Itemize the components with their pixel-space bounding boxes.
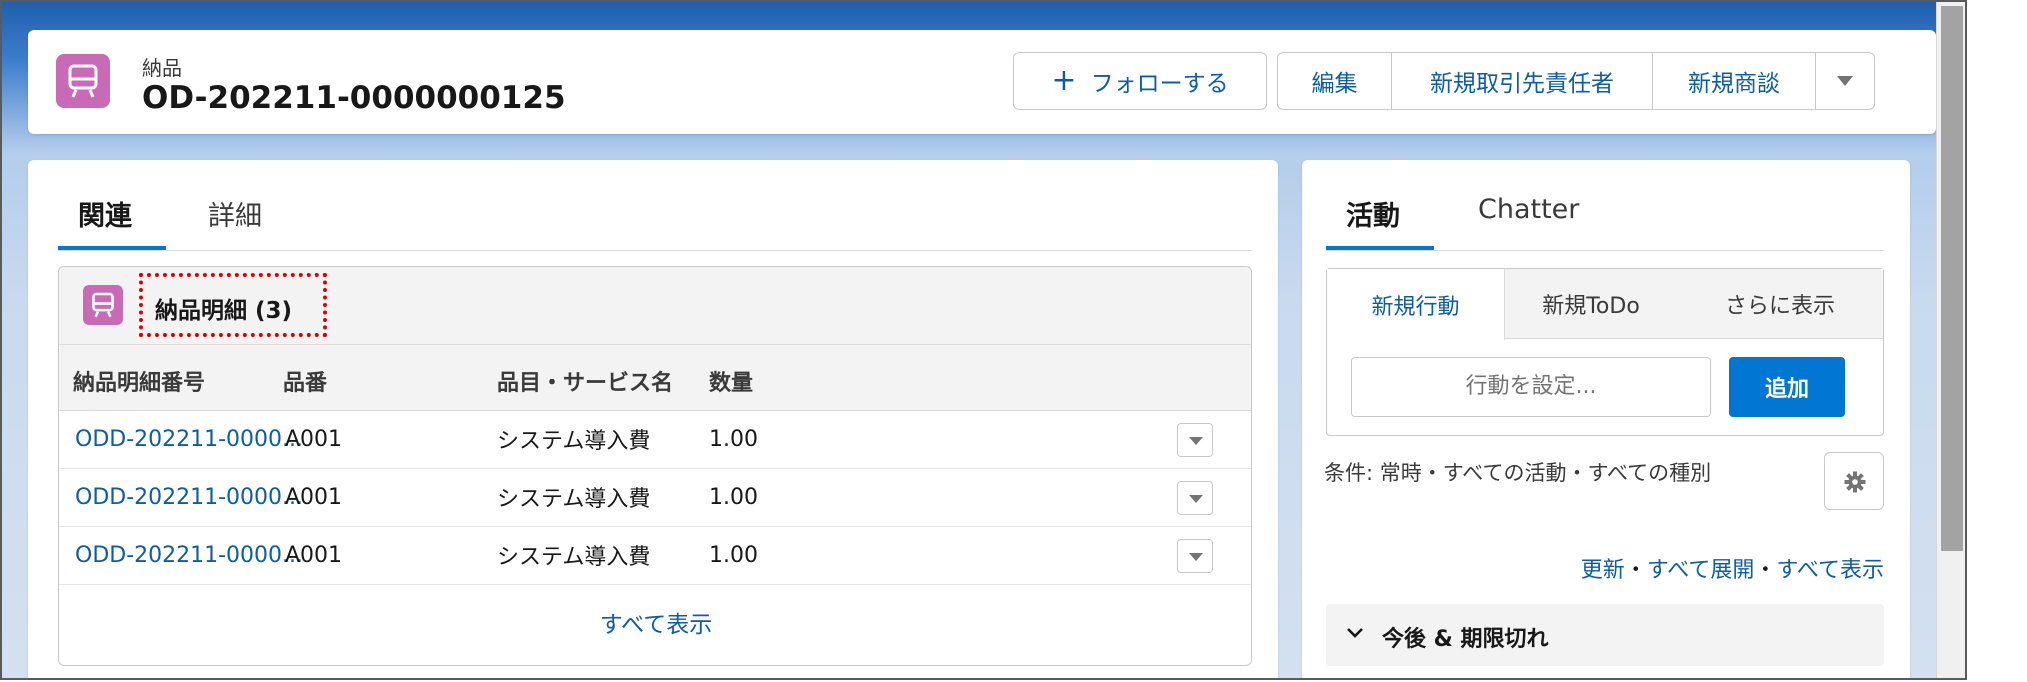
expand-all-link[interactable]: すべて展開 xyxy=(1647,558,1755,583)
tabs-divider xyxy=(58,250,1252,251)
part-number: A001 xyxy=(285,427,343,452)
event-input[interactable]: 行動を設定... xyxy=(1351,357,1711,417)
activity-links: 更新・すべて展開・すべて表示 xyxy=(1581,552,1884,584)
more-actions-button[interactable] xyxy=(1815,52,1875,110)
highlight-annotation xyxy=(139,273,327,337)
tab-new-task[interactable]: 新規ToDo xyxy=(1505,269,1677,339)
tabs-divider xyxy=(1326,250,1884,251)
row-actions-button[interactable] xyxy=(1177,423,1213,457)
related-panel: 関連 詳細 納品明細 (3) 納品明細番号 品番 品目・サービス名 数量 ODD… xyxy=(28,160,1278,678)
screenshot-frame: 納品 OD-202211-0000000125 + フォローする 編集 新規取引… xyxy=(0,0,1967,680)
quantity: 1.00 xyxy=(709,485,758,510)
table-header: 納品明細番号 品番 品目・サービス名 数量 xyxy=(59,345,1251,411)
gear-icon xyxy=(1844,471,1866,493)
chevron-down-icon xyxy=(1837,76,1853,86)
object-type-label: 納品 xyxy=(142,56,182,80)
item-name: システム導入費 xyxy=(497,545,651,570)
scrollbar-thumb[interactable] xyxy=(1941,6,1963,551)
related-list-header: 納品明細 (3) xyxy=(59,267,1251,345)
tab-chatter[interactable]: Chatter xyxy=(1478,194,1579,225)
view-all-link[interactable]: すべて表示 xyxy=(59,605,1251,639)
activity-publisher: 新規行動 新規ToDo さらに表示 行動を設定... 追加 xyxy=(1326,268,1884,436)
activity-panel: 活動 Chatter 新規行動 新規ToDo さらに表示 行動を設定... 追加… xyxy=(1302,160,1910,678)
row-actions-button[interactable] xyxy=(1177,481,1213,515)
separator: ・ xyxy=(1754,558,1777,583)
table-row: ODD-202211-0000... A001 システム導入費 1.00 xyxy=(59,469,1251,527)
chevron-down-icon xyxy=(1189,495,1203,503)
item-name: システム導入費 xyxy=(497,487,651,512)
refresh-link[interactable]: 更新 xyxy=(1581,558,1625,583)
tab-show-more[interactable]: さらに表示 xyxy=(1677,269,1883,339)
item-name: システム導入費 xyxy=(497,429,651,454)
row-actions-button[interactable] xyxy=(1177,539,1213,573)
upcoming-overdue-label: 今後 & 期限切れ xyxy=(1382,627,1549,652)
chevron-down-icon xyxy=(1347,628,1363,638)
related-list-card: 納品明細 (3) 納品明細番号 品番 品目・サービス名 数量 ODD-20221… xyxy=(58,266,1252,666)
filter-settings-button[interactable] xyxy=(1824,452,1884,510)
add-button[interactable]: 追加 xyxy=(1729,357,1845,417)
filter-summary: 条件: 常時・すべての活動・すべての種別 xyxy=(1324,461,1712,485)
follow-button[interactable]: + フォローする xyxy=(1013,52,1267,110)
line-number-link[interactable]: ODD-202211-0000... xyxy=(75,485,303,510)
part-number: A001 xyxy=(285,485,343,510)
column-header-line-number: 納品明細番号 xyxy=(73,371,206,396)
part-number: A001 xyxy=(285,543,343,568)
view-all-activity-link[interactable]: すべて表示 xyxy=(1776,558,1884,583)
quantity: 1.00 xyxy=(709,427,758,452)
page-scrollbar[interactable] xyxy=(1936,2,1965,678)
separator: ・ xyxy=(1624,558,1647,583)
follow-label: フォローする xyxy=(1090,71,1229,97)
publisher-tabs: 新規行動 新規ToDo さらに表示 xyxy=(1327,269,1883,340)
upcoming-overdue-section[interactable]: 今後 & 期限切れ xyxy=(1326,604,1884,666)
tab-activity[interactable]: 活動 xyxy=(1346,194,1400,233)
plus-icon: + xyxy=(1051,63,1077,98)
new-contact-button[interactable]: 新規取引先責任者 xyxy=(1391,52,1653,110)
tab-related[interactable]: 関連 xyxy=(78,194,132,233)
column-header-quantity: 数量 xyxy=(709,371,754,396)
table-row: ODD-202211-0000... A001 システム導入費 1.00 xyxy=(59,411,1251,469)
tab-new-event[interactable]: 新規行動 xyxy=(1327,269,1505,340)
column-header-item-name: 品目・サービス名 xyxy=(497,371,674,396)
delivery-object-icon xyxy=(56,54,110,108)
line-number-link[interactable]: ODD-202211-0000... xyxy=(75,543,303,568)
delivery-line-icon xyxy=(83,285,123,325)
line-number-link[interactable]: ODD-202211-0000... xyxy=(75,427,303,452)
record-title: OD-202211-0000000125 xyxy=(142,80,566,116)
record-header: 納品 OD-202211-0000000125 + フォローする 編集 新規取引… xyxy=(28,30,1936,134)
chevron-down-icon xyxy=(1189,553,1203,561)
edit-button[interactable]: 編集 xyxy=(1277,52,1392,110)
tab-details[interactable]: 詳細 xyxy=(208,194,262,233)
quantity: 1.00 xyxy=(709,543,758,568)
new-opportunity-button[interactable]: 新規商談 xyxy=(1652,52,1816,110)
table-row: ODD-202211-0000... A001 システム導入費 1.00 xyxy=(59,527,1251,585)
chevron-down-icon xyxy=(1189,437,1203,445)
column-header-part-number: 品番 xyxy=(283,371,328,396)
